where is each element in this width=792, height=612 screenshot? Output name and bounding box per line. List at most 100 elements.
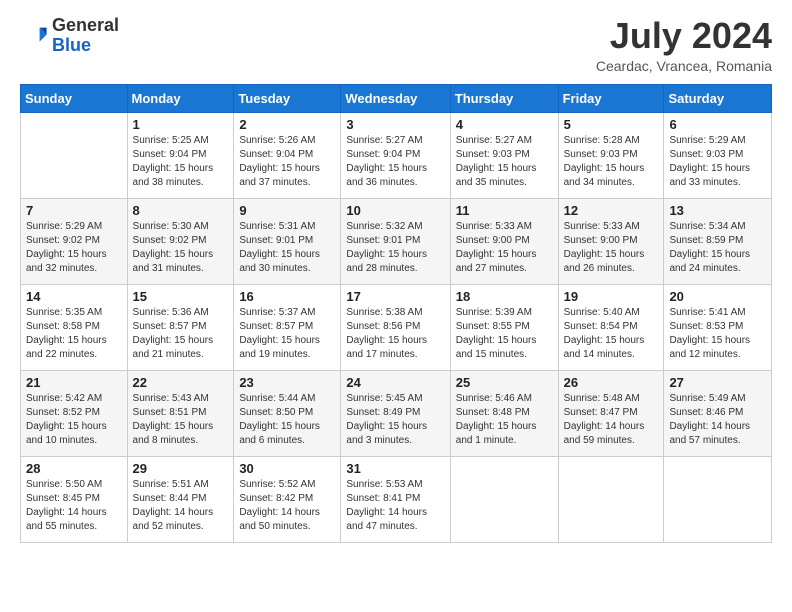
day-number: 23 xyxy=(239,375,335,390)
day-number: 29 xyxy=(133,461,229,476)
day-number: 21 xyxy=(26,375,122,390)
calendar-cell: 8 Sunrise: 5:30 AM Sunset: 9:02 PM Daylig… xyxy=(127,198,234,284)
calendar-cell: 24Sunrise: 5:45 AM Sunset: 8:49 PM Dayli… xyxy=(341,370,450,456)
day-number: 4 xyxy=(456,117,553,132)
day-info: Sunrise: 5:33 AM Sunset: 9:00 PM Dayligh… xyxy=(456,220,553,276)
day-info: Sunrise: 5:43 AM Sunset: 8:51 PM Dayligh… xyxy=(133,392,229,448)
day-info: Sunrise: 5:26 AM Sunset: 9:04 PM Dayligh… xyxy=(239,134,335,190)
week-row-3: 14Sunrise: 5:35 AM Sunset: 8:58 PM Dayli… xyxy=(21,284,772,370)
calendar-cell: 14Sunrise: 5:35 AM Sunset: 8:58 PM Dayli… xyxy=(21,284,128,370)
day-number: 30 xyxy=(239,461,335,476)
day-number: 7 xyxy=(26,203,122,218)
day-number: 8 xyxy=(133,203,229,218)
logo-text: General Blue xyxy=(52,16,119,56)
day-info: Sunrise: 5:28 AM Sunset: 9:03 PM Dayligh… xyxy=(564,134,659,190)
day-number: 17 xyxy=(346,289,444,304)
calendar-cell: 27 Sunrise: 5:49 AM Sunset: 8:46 PM Dayli… xyxy=(664,370,772,456)
day-info: Sunrise: 5:41 AM Sunset: 8:53 PM Dayligh… xyxy=(669,306,766,362)
calendar-cell: 2 Sunrise: 5:26 AM Sunset: 9:04 PM Daylig… xyxy=(234,112,341,198)
day-info: Sunrise: 5:49 AM Sunset: 8:46 PM Dayligh… xyxy=(669,392,766,448)
calendar-cell: 31 Sunrise: 5:53 AM Sunset: 8:41 PM Dayli… xyxy=(341,456,450,542)
calendar-cell xyxy=(664,456,772,542)
day-info: Sunrise: 5:52 AM Sunset: 8:42 PM Dayligh… xyxy=(239,478,335,534)
calendar-cell: 15Sunrise: 5:36 AM Sunset: 8:57 PM Dayli… xyxy=(127,284,234,370)
weekday-header-thursday: Thursday xyxy=(450,84,558,112)
calendar-cell: 19 Sunrise: 5:40 AM Sunset: 8:54 PM Dayli… xyxy=(558,284,664,370)
calendar-cell: 28 Sunrise: 5:50 AM Sunset: 8:45 PM Dayli… xyxy=(21,456,128,542)
day-info: Sunrise: 5:48 AM Sunset: 8:47 PM Dayligh… xyxy=(564,392,659,448)
day-number: 6 xyxy=(669,117,766,132)
calendar-cell: 30 Sunrise: 5:52 AM Sunset: 8:42 PM Dayli… xyxy=(234,456,341,542)
day-number: 22 xyxy=(133,375,229,390)
calendar-cell xyxy=(21,112,128,198)
weekday-header-row: SundayMondayTuesdayWednesdayThursdayFrid… xyxy=(21,84,772,112)
calendar-cell: 17Sunrise: 5:38 AM Sunset: 8:56 PM Dayli… xyxy=(341,284,450,370)
calendar-cell xyxy=(558,456,664,542)
calendar-cell: 25Sunrise: 5:46 AM Sunset: 8:48 PM Dayli… xyxy=(450,370,558,456)
calendar-cell: 16 Sunrise: 5:37 AM Sunset: 8:57 PM Dayli… xyxy=(234,284,341,370)
day-number: 28 xyxy=(26,461,122,476)
calendar-cell: 13 Sunrise: 5:34 AM Sunset: 8:59 PM Dayli… xyxy=(664,198,772,284)
day-info: Sunrise: 5:39 AM Sunset: 8:55 PM Dayligh… xyxy=(456,306,553,362)
day-info: Sunrise: 5:27 AM Sunset: 9:03 PM Dayligh… xyxy=(456,134,553,190)
header: General Blue July 2024 Ceardac, Vrancea,… xyxy=(20,16,772,74)
day-info: Sunrise: 5:53 AM Sunset: 8:41 PM Dayligh… xyxy=(346,478,444,534)
calendar-cell: 6 Sunrise: 5:29 AM Sunset: 9:03 PM Daylig… xyxy=(664,112,772,198)
day-number: 16 xyxy=(239,289,335,304)
calendar-cell: 18 Sunrise: 5:39 AM Sunset: 8:55 PM Dayli… xyxy=(450,284,558,370)
day-number: 18 xyxy=(456,289,553,304)
weekday-header-friday: Friday xyxy=(558,84,664,112)
day-info: Sunrise: 5:35 AM Sunset: 8:58 PM Dayligh… xyxy=(26,306,122,362)
month-title: July 2024 xyxy=(596,16,772,56)
day-info: Sunrise: 5:51 AM Sunset: 8:44 PM Dayligh… xyxy=(133,478,229,534)
day-info: Sunrise: 5:29 AM Sunset: 9:02 PM Dayligh… xyxy=(26,220,122,276)
day-number: 24 xyxy=(346,375,444,390)
week-row-2: 7 Sunrise: 5:29 AM Sunset: 9:02 PM Daylig… xyxy=(21,198,772,284)
day-info: Sunrise: 5:44 AM Sunset: 8:50 PM Dayligh… xyxy=(239,392,335,448)
calendar-table: SundayMondayTuesdayWednesdayThursdayFrid… xyxy=(20,84,772,543)
week-row-5: 28 Sunrise: 5:50 AM Sunset: 8:45 PM Dayli… xyxy=(21,456,772,542)
day-info: Sunrise: 5:50 AM Sunset: 8:45 PM Dayligh… xyxy=(26,478,122,534)
day-number: 2 xyxy=(239,117,335,132)
day-info: Sunrise: 5:29 AM Sunset: 9:03 PM Dayligh… xyxy=(669,134,766,190)
day-number: 13 xyxy=(669,203,766,218)
day-info: Sunrise: 5:37 AM Sunset: 8:57 PM Dayligh… xyxy=(239,306,335,362)
day-number: 5 xyxy=(564,117,659,132)
day-number: 26 xyxy=(564,375,659,390)
day-info: Sunrise: 5:40 AM Sunset: 8:54 PM Dayligh… xyxy=(564,306,659,362)
calendar-cell: 4 Sunrise: 5:27 AM Sunset: 9:03 PM Daylig… xyxy=(450,112,558,198)
day-number: 19 xyxy=(564,289,659,304)
day-number: 31 xyxy=(346,461,444,476)
calendar-cell: 10Sunrise: 5:32 AM Sunset: 9:01 PM Dayli… xyxy=(341,198,450,284)
calendar-cell: 11 Sunrise: 5:33 AM Sunset: 9:00 PM Dayli… xyxy=(450,198,558,284)
calendar-cell: 5 Sunrise: 5:28 AM Sunset: 9:03 PM Daylig… xyxy=(558,112,664,198)
day-info: Sunrise: 5:30 AM Sunset: 9:02 PM Dayligh… xyxy=(133,220,229,276)
day-number: 27 xyxy=(669,375,766,390)
weekday-header-monday: Monday xyxy=(127,84,234,112)
day-number: 3 xyxy=(346,117,444,132)
calendar-cell: 12 Sunrise: 5:33 AM Sunset: 9:00 PM Dayli… xyxy=(558,198,664,284)
day-number: 12 xyxy=(564,203,659,218)
calendar-cell: 9Sunrise: 5:31 AM Sunset: 9:01 PM Daylig… xyxy=(234,198,341,284)
weekday-header-wednesday: Wednesday xyxy=(341,84,450,112)
title-block: July 2024 Ceardac, Vrancea, Romania xyxy=(596,16,772,74)
calendar-cell xyxy=(450,456,558,542)
page: General Blue July 2024 Ceardac, Vrancea,… xyxy=(0,0,792,612)
location-subtitle: Ceardac, Vrancea, Romania xyxy=(596,58,772,74)
day-number: 11 xyxy=(456,203,553,218)
day-number: 20 xyxy=(669,289,766,304)
day-info: Sunrise: 5:25 AM Sunset: 9:04 PM Dayligh… xyxy=(133,134,229,190)
day-info: Sunrise: 5:33 AM Sunset: 9:00 PM Dayligh… xyxy=(564,220,659,276)
calendar-cell: 22 Sunrise: 5:43 AM Sunset: 8:51 PM Dayli… xyxy=(127,370,234,456)
weekday-header-sunday: Sunday xyxy=(21,84,128,112)
logo: General Blue xyxy=(20,16,119,56)
calendar-cell: 29 Sunrise: 5:51 AM Sunset: 8:44 PM Dayli… xyxy=(127,456,234,542)
day-info: Sunrise: 5:31 AM Sunset: 9:01 PM Dayligh… xyxy=(239,220,335,276)
day-info: Sunrise: 5:34 AM Sunset: 8:59 PM Dayligh… xyxy=(669,220,766,276)
day-number: 15 xyxy=(133,289,229,304)
weekday-header-tuesday: Tuesday xyxy=(234,84,341,112)
calendar-cell: 1 Sunrise: 5:25 AM Sunset: 9:04 PM Daylig… xyxy=(127,112,234,198)
calendar-cell: 3Sunrise: 5:27 AM Sunset: 9:04 PM Daylig… xyxy=(341,112,450,198)
logo-general: General xyxy=(52,15,119,35)
day-number: 1 xyxy=(133,117,229,132)
